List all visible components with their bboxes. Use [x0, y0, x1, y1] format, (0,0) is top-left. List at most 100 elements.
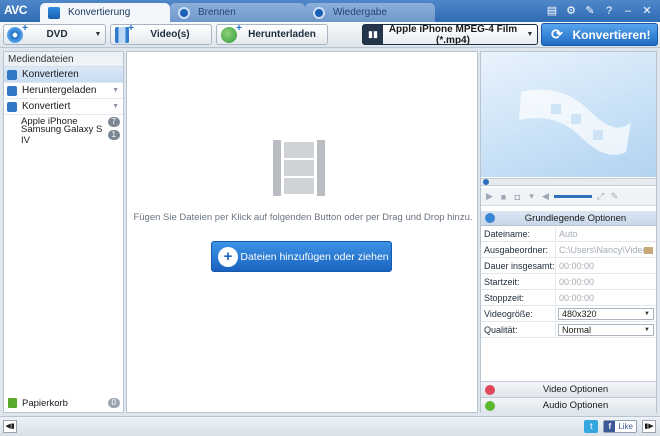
- start-time-field[interactable]: 00:00:00: [556, 277, 656, 287]
- plus-icon: +: [218, 246, 238, 267]
- like-label: Like: [618, 422, 633, 431]
- filename-field[interactable]: Auto: [556, 229, 656, 239]
- video-size-select[interactable]: 480x320 ▼: [558, 308, 654, 320]
- duration-key: Dauer insgesamt:: [481, 258, 556, 274]
- output-folder-key: Ausgabeordner:: [481, 242, 556, 258]
- chevron-down-icon[interactable]: ▼: [523, 31, 537, 38]
- audio-options-header[interactable]: Audio Optionen: [481, 397, 656, 413]
- film-reel-watermark-icon: [519, 89, 631, 155]
- tab-label: Konvertierung: [68, 7, 131, 18]
- dvd-disc-icon: +: [7, 23, 28, 43]
- basic-options-label: Grundlegende Optionen: [524, 212, 627, 224]
- start-time-row: Startzeit: 00:00:00: [481, 274, 656, 290]
- chevron-down-icon[interactable]: ▼: [112, 87, 119, 94]
- video-options-icon: [485, 384, 495, 395]
- output-folder-field[interactable]: C:\Users\Nancy\Videos...: [556, 245, 644, 255]
- quality-key: Qualität:: [481, 322, 556, 338]
- file-drop-area[interactable]: Fügen Sie Dateien per Klick auf folgende…: [126, 51, 478, 413]
- globe-download-icon: +: [221, 23, 242, 43]
- convert-label: Konvertieren!: [572, 27, 651, 42]
- video-size-row: Videogröße: 480x320 ▼: [481, 306, 656, 322]
- chevron-down-icon[interactable]: ▾: [526, 191, 537, 202]
- window-controls: ▤ ⚙ ✎ ? – ✕: [545, 4, 654, 18]
- count-badge: 1: [107, 129, 120, 140]
- filename-row: Dateiname: Auto: [481, 226, 656, 242]
- stop-time-row: Stoppzeit: 00:00:00: [481, 290, 656, 306]
- audio-options-icon: [485, 400, 495, 411]
- video-size-key: Videogröße:: [481, 306, 556, 322]
- duration-row: Dauer insgesamt: 00:00:00: [481, 258, 656, 274]
- sidebar-item-label: Heruntergeladen: [22, 85, 97, 96]
- sidebar-item-konvertiert[interactable]: Konvertiert ▼: [4, 99, 123, 115]
- chevron-down-icon[interactable]: ▼: [112, 103, 119, 110]
- chevron-down-icon: ▼: [644, 327, 650, 333]
- tab-label: Brennen: [198, 7, 236, 18]
- tab-konvertierung[interactable]: Konvertierung: [40, 3, 170, 22]
- menu-icon[interactable]: ▤: [545, 4, 559, 18]
- facebook-like-button[interactable]: f Like: [603, 420, 637, 433]
- stop-time-field[interactable]: 00:00:00: [556, 293, 656, 303]
- tab-label: Wiedergabe: [333, 7, 387, 18]
- collapse-sidebar-icon[interactable]: ◀▮: [3, 420, 17, 433]
- add-files-label: Dateien hinzufügen oder ziehen: [240, 250, 389, 263]
- twitter-icon[interactable]: t: [584, 420, 599, 433]
- sidebar-header: Mediendateien: [4, 52, 123, 67]
- tab-wiedergabe[interactable]: Wiedergabe: [305, 3, 435, 22]
- convert-tab-icon: [48, 6, 60, 19]
- snapshot-icon[interactable]: ◘: [512, 192, 523, 202]
- quality-row: Qualität: Normal ▼: [481, 322, 656, 338]
- sidebar-item-label: Konvertieren: [22, 69, 79, 80]
- volume-slider[interactable]: [554, 195, 592, 198]
- seek-handle[interactable]: [483, 179, 489, 185]
- expand-panel-icon[interactable]: ▮▶: [642, 420, 656, 433]
- dvd-label: DVD: [46, 29, 68, 40]
- refresh-icon: ⟳: [551, 26, 563, 42]
- stop-icon[interactable]: ■: [498, 192, 509, 202]
- output-profile-select[interactable]: ▮▮ Apple iPhone MPEG-4 Film (*.mp4) ▼: [362, 24, 538, 46]
- minimize-icon[interactable]: –: [621, 4, 635, 18]
- audio-options-label: Audio Optionen: [542, 400, 609, 411]
- videos-label: Video(s): [150, 29, 190, 40]
- play-icon[interactable]: ▶: [484, 191, 495, 202]
- filename-key: Dateiname:: [481, 226, 556, 242]
- social-links: t f Like ▮▶: [584, 420, 656, 433]
- duration-value: 00:00:00: [559, 261, 595, 271]
- video-options-header[interactable]: Video Optionen: [481, 381, 656, 397]
- download-button[interactable]: + Herunterladen: [216, 23, 328, 45]
- add-dvd-button[interactable]: + DVD ▼: [3, 23, 106, 45]
- gear-icon[interactable]: ⚙: [564, 4, 578, 18]
- seek-bar[interactable]: [481, 178, 656, 186]
- quality-select[interactable]: Normal ▼: [558, 324, 654, 336]
- facebook-icon: f: [604, 421, 616, 432]
- output-folder-row: Ausgabeordner: C:\Users\Nancy\Videos...: [481, 242, 656, 258]
- fullscreen-icon[interactable]: ⤢: [595, 191, 606, 202]
- add-video-button[interactable]: + Video(s): [110, 23, 212, 45]
- player-controls: ▶ ■ ◘ ▾ ◀ ⤢ ✎: [481, 188, 656, 206]
- tab-brennen[interactable]: Brennen: [170, 3, 305, 22]
- sidebar-item-konvertieren[interactable]: Konvertieren: [4, 67, 123, 83]
- start-time-key: Startzeit:: [481, 274, 556, 290]
- chevron-down-icon[interactable]: ▼: [91, 31, 105, 38]
- sidebar-subitem-samsung-galaxy[interactable]: Samsung Galaxy S IV 1: [4, 124, 123, 146]
- sidebar-item-label: Konvertiert: [22, 101, 71, 112]
- count-badge: 7: [107, 116, 120, 127]
- volume-icon[interactable]: ◀: [540, 191, 551, 202]
- sidebar-item-trash[interactable]: Papierkorb 0: [4, 396, 123, 410]
- wrench-icon[interactable]: ✎: [583, 4, 597, 18]
- close-icon[interactable]: ✕: [640, 4, 654, 18]
- sidebar-subitem-label: Samsung Galaxy S IV: [21, 123, 103, 146]
- help-icon[interactable]: ?: [602, 4, 616, 18]
- download-label: Herunterladen: [248, 29, 316, 40]
- add-files-button[interactable]: + Dateien hinzufügen oder ziehen: [211, 241, 392, 272]
- status-bar: ◀▮ t f Like ▮▶: [0, 416, 660, 436]
- options-icon: [485, 213, 495, 223]
- convert-button[interactable]: ⟳ Konvertieren!: [541, 23, 658, 46]
- basic-options-header[interactable]: Grundlegende Optionen: [481, 211, 656, 226]
- video-preview: [481, 52, 656, 177]
- play-tab-icon: [313, 6, 325, 19]
- sidebar-item-heruntergeladen[interactable]: Heruntergeladen ▼: [4, 83, 123, 99]
- settings-icon[interactable]: ✎: [609, 191, 620, 202]
- chevron-down-icon: ▼: [644, 311, 650, 317]
- title-bar: AVC Konvertierung Brennen Wiedergabe ▤ ⚙…: [0, 0, 660, 22]
- folder-icon[interactable]: [644, 246, 653, 254]
